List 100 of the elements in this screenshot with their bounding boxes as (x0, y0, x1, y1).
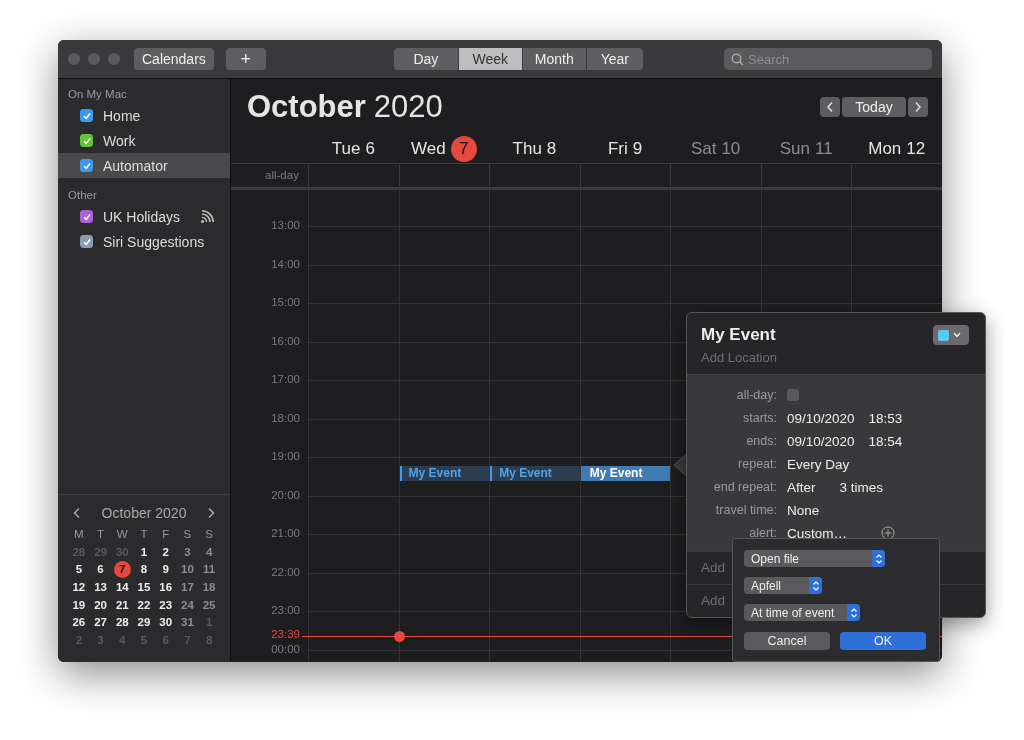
event[interactable]: My Event (580, 466, 671, 481)
calendar-name: UK Holidays (103, 208, 181, 225)
day-header: Sun (779, 139, 810, 159)
popup-button[interactable]: At time of event (744, 604, 860, 621)
calendar-item[interactable]: Siri Suggestions (58, 229, 230, 254)
mini-day[interactable]: 12 (69, 579, 89, 596)
field-label: repeat: (737, 457, 777, 472)
view-tab[interactable]: Day (393, 48, 459, 70)
mini-day[interactable]: 24 (177, 596, 197, 613)
stepper-arrows-icon (874, 552, 883, 565)
hour-label: 19:00 (271, 450, 300, 462)
time-value[interactable]: 18:53 (868, 410, 903, 426)
today-badge: 7 (450, 136, 477, 162)
view-tab[interactable]: Week (458, 48, 523, 70)
mini-day[interactable]: 18 (199, 579, 219, 596)
mini-day[interactable]: 31 (177, 614, 197, 631)
day-header: Fri (607, 139, 628, 159)
mini-day[interactable]: 11 (199, 561, 219, 578)
mini-day[interactable]: 22 (134, 596, 154, 613)
mini-day[interactable]: 19 (69, 596, 89, 613)
mini-day[interactable]: 15 (134, 579, 154, 596)
mini-day[interactable]: 23 (156, 596, 176, 613)
mini-day[interactable]: 6 (91, 561, 111, 578)
view-tab[interactable]: Month (522, 48, 587, 70)
count-value[interactable]: 3 times (839, 479, 884, 495)
day-header: Wed (411, 139, 446, 159)
all-day-checkbox[interactable] (787, 389, 799, 402)
location-field[interactable]: Add Location (701, 350, 851, 365)
previous-month-icon[interactable] (72, 507, 82, 519)
calendar-item[interactable]: Home (58, 103, 230, 128)
hour-label: 17:00 (271, 373, 300, 385)
day-header: Mon (868, 139, 902, 159)
calendar-color-button[interactable] (933, 325, 969, 345)
day-number: 12 (906, 139, 926, 159)
checkbox[interactable] (80, 159, 93, 172)
field-value[interactable]: After (787, 479, 816, 495)
checkbox[interactable] (80, 134, 93, 147)
mini-day[interactable]: 21 (112, 596, 132, 613)
calendar-item[interactable]: Work (58, 128, 230, 153)
date-value[interactable]: 09/10/2020 (787, 410, 855, 426)
day-number: 6 (365, 139, 375, 159)
mini-day[interactable]: 27 (91, 614, 111, 631)
search-icon (731, 53, 744, 66)
mini-day[interactable]: 2 (156, 543, 176, 560)
mini-day[interactable]: 4 (199, 543, 219, 560)
mini-day[interactable]: 9 (156, 561, 176, 578)
field-label: ends: (745, 434, 777, 449)
mini-day[interactable]: 1 (134, 543, 154, 560)
checkbox[interactable] (80, 210, 93, 223)
mini-day[interactable]: 5 (69, 561, 89, 578)
mini-day[interactable]: 3 (177, 543, 197, 560)
mini-day[interactable]: 17 (177, 579, 197, 596)
next-month-icon[interactable] (206, 507, 216, 519)
month-title: October (247, 89, 366, 124)
popup-button[interactable]: Open file (744, 550, 885, 567)
dialog-button[interactable]: Cancel (744, 632, 830, 650)
event-title[interactable]: My Event (701, 325, 851, 345)
calendar-item[interactable]: UK Holidays (58, 204, 230, 229)
mini-day[interactable]: 30 (156, 614, 176, 631)
time-value[interactable]: 18:54 (868, 433, 903, 449)
calendar-item[interactable]: Automator (58, 153, 230, 178)
previous-button[interactable] (820, 97, 840, 117)
calendars-button[interactable]: Calendars (134, 48, 214, 70)
add-alert-icon[interactable] (881, 526, 895, 541)
mini-day[interactable]: 20 (91, 596, 111, 613)
mini-day[interactable]: 28 (112, 614, 132, 631)
hour-label: 18:00 (271, 411, 300, 424)
mini-calendar-title: October 2020 (101, 505, 187, 521)
field-value[interactable]: Custom… (787, 525, 847, 541)
event[interactable]: My Event (490, 466, 580, 481)
mini-day[interactable]: 26 (69, 614, 89, 631)
mini-day[interactable]: 8 (134, 561, 154, 578)
mini-day[interactable]: 14 (112, 579, 132, 596)
field-value[interactable]: Every Day (787, 456, 850, 472)
date-value[interactable]: 09/10/2020 (787, 433, 855, 449)
dialog-button[interactable]: OK (840, 632, 926, 650)
hour-label: 21:00 (271, 527, 300, 539)
checkbox[interactable] (80, 235, 93, 248)
field-value[interactable]: None (787, 502, 820, 518)
add-button[interactable]: + (225, 48, 266, 70)
mini-day[interactable]: 16 (156, 579, 176, 596)
stepper-arrows-icon (811, 579, 820, 592)
checkbox[interactable] (80, 109, 93, 122)
today-button[interactable]: Today (842, 97, 906, 117)
popup-button[interactable]: Apfell (744, 577, 822, 594)
hour-label: 20:00 (271, 488, 300, 501)
mini-day[interactable]: 10 (177, 561, 197, 578)
group-title: Other (67, 188, 98, 203)
field-label: starts: (741, 411, 777, 426)
next-button[interactable] (908, 97, 928, 117)
mini-day[interactable]: 29 (134, 614, 154, 631)
day-number: 8 (546, 139, 557, 159)
mini-day[interactable]: 25 (199, 596, 219, 613)
all-day-label: all-day (265, 169, 299, 181)
event[interactable]: My Event (399, 466, 490, 481)
mini-day[interactable]: 7 (113, 561, 131, 578)
view-tab[interactable]: Year (586, 48, 643, 70)
hour-label: 23:00 (271, 604, 300, 616)
calendar-name: Home (103, 107, 141, 124)
mini-day[interactable]: 13 (91, 579, 111, 596)
